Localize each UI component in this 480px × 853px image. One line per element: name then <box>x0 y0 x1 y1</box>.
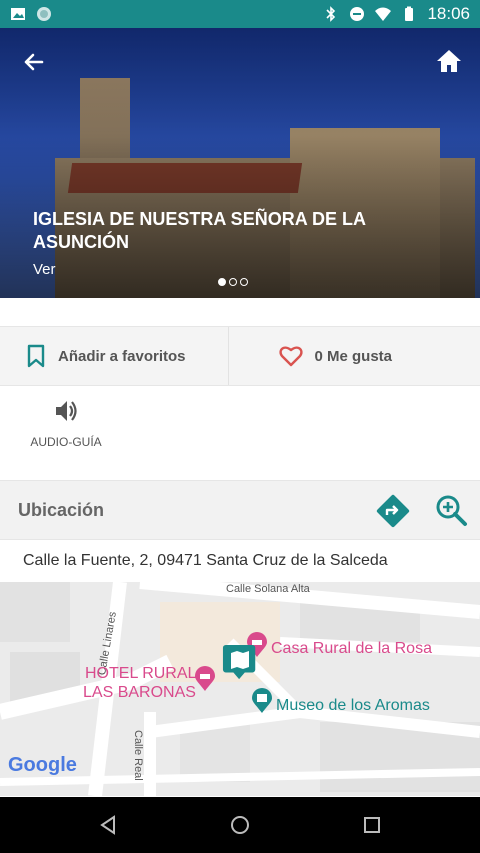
street-label: Calle Real <box>132 730 144 781</box>
image-icon <box>11 8 25 20</box>
location-map[interactable]: Calle Solana Alta Calle Linares Calle Re… <box>0 582 480 796</box>
back-arrow-icon[interactable] <box>20 48 48 76</box>
add-favorites-label: Añadir a favoritos <box>58 347 186 365</box>
location-marker-icon[interactable] <box>222 644 258 682</box>
museum-pin-icon[interactable] <box>251 688 273 714</box>
battery-icon <box>405 6 414 21</box>
place-title: IGLESIA DE NUESTRA SEÑORA DE LA ASUNCIÓN <box>33 209 366 252</box>
directions-icon[interactable] <box>376 494 410 528</box>
action-bar: Añadir a favoritos 0 Me gusta <box>0 326 480 386</box>
hero-overlay <box>0 28 480 298</box>
location-title: Ubicación <box>18 499 105 520</box>
nav-back-icon[interactable] <box>96 813 120 837</box>
add-favorites-button[interactable]: Añadir a favoritos <box>0 327 228 385</box>
home-icon[interactable] <box>434 46 464 76</box>
nav-home-icon[interactable] <box>228 813 252 837</box>
google-logo: Google <box>8 754 77 776</box>
place-label-hotel-line2[interactable]: LAS BARONAS <box>83 684 196 702</box>
circle-app-icon <box>37 7 51 21</box>
hero-image[interactable]: IGLESIA DE NUESTRA SEÑORA DE LA ASUNCIÓN… <box>0 28 480 298</box>
view-link[interactable]: Ver <box>33 261 56 278</box>
carousel-indicator <box>218 278 248 286</box>
nav-recents-icon[interactable] <box>360 813 384 837</box>
street-label: Calle Solana Alta <box>226 583 310 595</box>
system-nav-bar <box>0 797 480 853</box>
audio-guide-label: AUDIO-GUÍA <box>30 435 102 449</box>
place-label-museo[interactable]: Museo de los Aromas <box>276 697 430 715</box>
place-label-casa-rural[interactable]: Casa Rural de la Rosa <box>271 640 432 658</box>
like-button[interactable]: 0 Me gusta <box>227 327 480 385</box>
hotel-pin-icon[interactable] <box>194 666 216 692</box>
place-label-hotel-line1[interactable]: HOTEL RURAL <box>85 665 196 683</box>
do-not-disturb-icon <box>350 7 365 21</box>
wifi-icon <box>375 7 392 21</box>
audio-guide-button[interactable]: AUDIO-GUÍA <box>26 398 106 449</box>
heart-icon <box>278 346 303 367</box>
carousel-dot[interactable] <box>218 278 226 286</box>
likes-label: 0 Me gusta <box>314 347 393 365</box>
bluetooth-icon <box>326 6 336 22</box>
location-header: Ubicación <box>0 480 480 540</box>
status-time: 18:06 <box>427 4 470 23</box>
address-text: Calle la Fuente, 2, 09471 Santa Cruz de … <box>23 552 388 569</box>
zoom-in-icon[interactable] <box>434 493 468 527</box>
status-bar: 18:06 <box>0 0 480 28</box>
carousel-dot[interactable] <box>229 278 237 286</box>
bookmark-icon <box>27 344 45 368</box>
carousel-dot[interactable] <box>240 278 248 286</box>
speaker-icon <box>56 401 77 421</box>
